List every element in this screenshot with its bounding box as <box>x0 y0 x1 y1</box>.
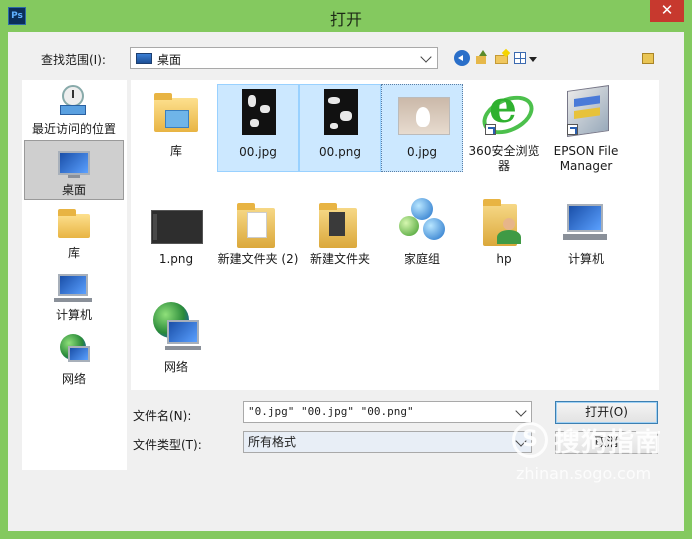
chevron-down-icon[interactable] <box>515 405 527 417</box>
photo-figure <box>416 107 430 127</box>
sogou-logo-icon: S <box>512 422 548 458</box>
look-in-label: 查找范围(I): <box>41 53 106 67</box>
filename-input[interactable]: "0.jpg" "00.jpg" "00.png" <box>243 401 532 423</box>
network-monitor <box>68 346 90 362</box>
network-base <box>165 346 201 350</box>
filename-value: "0.jpg" "00.jpg" "00.png" <box>248 405 414 418</box>
pin-icon[interactable] <box>642 53 654 64</box>
thumb-toolbar <box>153 214 157 240</box>
open-dialog: Ps 打开 ✕ 查找范围(I): 桌面 最近访问的位置 桌面 库 计算机 网络 … <box>0 0 692 539</box>
watermark-url: zhinan.sogo.com <box>516 464 652 483</box>
file-item[interactable]: 网络 <box>135 300 217 388</box>
library-badge <box>165 110 189 128</box>
file-name: 网络 <box>163 360 188 374</box>
places-label: 网络 <box>61 372 86 386</box>
look-in-value: 桌面 <box>157 53 182 67</box>
places-label: 计算机 <box>55 308 92 322</box>
file-name: 00.jpg <box>239 145 277 159</box>
shortcut-arrow-icon <box>485 124 496 135</box>
file-name: hp <box>496 252 512 266</box>
file-item[interactable]: 1.png <box>135 192 217 280</box>
file-name: 1.png <box>158 252 194 266</box>
screenshot-thumbnail-icon <box>151 210 203 244</box>
thumb-pattern <box>328 97 340 104</box>
file-item[interactable]: e 360安全浏览器 <box>463 82 545 173</box>
places-bar: 最近访问的位置 桌面 库 计算机 网络 <box>22 80 127 470</box>
computer-icon <box>567 204 603 232</box>
thumb-pattern <box>260 105 270 113</box>
file-list[interactable]: 库 00.jpg 00.png 0.jpg e 360安全浏览器 EPSON F… <box>131 80 659 390</box>
homegroup-icon <box>399 198 447 244</box>
places-item-computer[interactable]: 计算机 <box>24 268 124 326</box>
places-item-library[interactable]: 库 <box>24 204 124 262</box>
new-folder-icon[interactable] <box>494 50 510 66</box>
places-label: 桌面 <box>61 183 86 197</box>
places-label: 库 <box>67 246 80 260</box>
file-name: 库 <box>169 144 182 158</box>
file-name: 0.jpg <box>406 145 438 159</box>
file-item[interactable]: 00.jpg <box>217 84 299 172</box>
file-item[interactable]: EPSON File Manager <box>545 84 627 173</box>
file-item[interactable]: 00.png <box>299 84 381 172</box>
file-item[interactable]: 库 <box>135 84 217 172</box>
file-name: 计算机 <box>567 252 604 266</box>
file-name: 00.png <box>319 145 361 159</box>
image-thumbnail-icon <box>242 89 276 135</box>
file-name: EPSON File Manager <box>553 144 619 173</box>
filetype-dropdown[interactable]: 所有格式 <box>243 431 532 453</box>
close-button[interactable]: ✕ <box>650 0 684 22</box>
watermark-text: 搜狗指南 <box>554 428 663 458</box>
thumb-pattern <box>248 95 256 107</box>
file-name: 新建文件夹 (2) <box>217 252 299 266</box>
file-name: 家庭组 <box>403 252 440 266</box>
thumb-pattern <box>340 111 352 121</box>
library-icon <box>58 209 90 238</box>
file-name: 360安全浏览器 <box>468 144 540 173</box>
user-head <box>503 218 515 230</box>
places-item-network[interactable]: 网络 <box>24 332 124 390</box>
computer-icon <box>58 274 88 296</box>
places-item-recent[interactable]: 最近访问的位置 <box>24 82 124 140</box>
view-menu-icon[interactable] <box>514 50 538 66</box>
filetype-label: 文件类型(T): <box>133 438 202 452</box>
file-item[interactable]: hp <box>463 192 545 280</box>
file-item[interactable]: 新建文件夹 <box>299 192 381 280</box>
file-item[interactable]: 家庭组 <box>381 192 463 280</box>
sogou-watermark: S 搜狗指南 zhinan.sogo.com <box>510 418 680 498</box>
shortcut-arrow-icon <box>567 124 578 135</box>
folder-paper <box>329 212 345 236</box>
desktop-icon <box>58 151 90 175</box>
filename-label: 文件名(N): <box>133 409 192 423</box>
thumb-pattern <box>330 123 338 129</box>
thumb-pattern <box>250 119 259 127</box>
places-label: 最近访问的位置 <box>31 122 116 136</box>
desktop-icon <box>136 53 152 64</box>
places-item-desktop[interactable]: 桌面 <box>24 140 124 200</box>
computer-base <box>54 298 92 302</box>
network-monitor <box>167 320 199 344</box>
computer-base <box>563 234 607 240</box>
file-name: 新建文件夹 <box>309 252 370 266</box>
up-folder-icon[interactable] <box>474 50 490 66</box>
chevron-down-icon[interactable] <box>420 51 432 63</box>
filetype-value: 所有格式 <box>248 435 297 449</box>
file-item[interactable]: 0.jpg <box>381 84 463 172</box>
back-icon[interactable] <box>454 50 470 66</box>
user-body <box>497 230 521 244</box>
monitor-stand <box>68 175 80 178</box>
file-item[interactable]: 新建文件夹 (2) <box>217 192 299 280</box>
recent-places-icon <box>58 85 88 115</box>
dialog-title: 打开 <box>329 10 362 29</box>
look-in-dropdown[interactable]: 桌面 <box>130 47 438 69</box>
file-item[interactable]: 计算机 <box>545 192 627 280</box>
folder-paper <box>247 212 267 238</box>
title-bar[interactable]: Ps 打开 ✕ <box>0 0 692 32</box>
